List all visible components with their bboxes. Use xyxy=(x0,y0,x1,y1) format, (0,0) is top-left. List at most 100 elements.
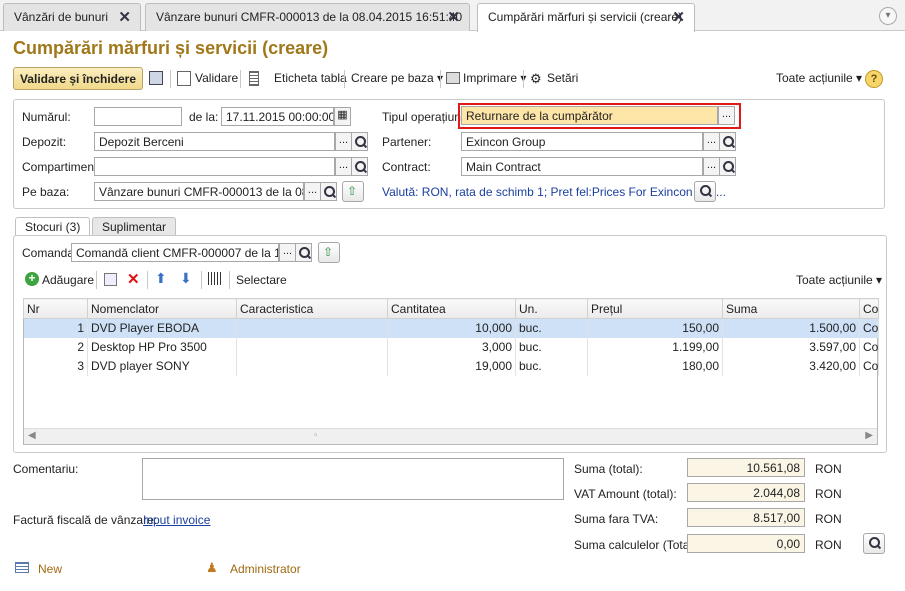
row-quantity[interactable]: 3,000 xyxy=(387,337,516,357)
based-on-field[interactable]: Vânzare bunuri CMFR-000013 de la 08.04.2… xyxy=(94,182,304,201)
column-header[interactable]: Cot xyxy=(859,298,879,319)
row-cot[interactable]: Cot xyxy=(859,337,879,357)
horizontal-scrollbar[interactable]: ◀ ▫ ▶ xyxy=(24,428,877,444)
row-sum[interactable]: 3.597,00 xyxy=(722,337,860,357)
search-icon[interactable] xyxy=(719,132,736,151)
grid-all-actions-menu[interactable]: Toate acțiunile ▾ xyxy=(796,273,882,287)
validate-button[interactable]: Validare xyxy=(195,71,238,85)
tab-sales[interactable]: Vânzări de bunuri ✕ xyxy=(3,3,141,31)
table-row[interactable]: 2 Desktop HP Pro 3500 3,000 buc. 1.199,0… xyxy=(23,337,879,357)
scroll-left-icon[interactable]: ◀ xyxy=(28,430,36,441)
order-field[interactable]: Comandă client CMFR-000007 de la 18.04.2… xyxy=(71,243,279,262)
operation-type-field[interactable]: Returnare de la cumpărător xyxy=(461,106,718,125)
all-actions-menu[interactable]: Toate acțiunile ▾ xyxy=(776,71,862,85)
tab-stocks[interactable]: Stocuri (3) xyxy=(15,217,91,236)
row-unit[interactable]: buc. xyxy=(515,337,588,357)
row-item[interactable]: DVD Player EBODA xyxy=(87,318,237,338)
row-characteristic[interactable] xyxy=(236,356,388,376)
close-icon[interactable]: ✕ xyxy=(447,8,460,26)
tab-purchase-create[interactable]: Cumpărări mărfuri și servicii (creare) ✕ xyxy=(477,3,695,32)
fill-from-order-button[interactable]: ⇧ xyxy=(318,242,340,263)
table-row[interactable]: 3 DVD player SONY 19,000 buc. 180,00 3.4… xyxy=(23,356,879,376)
compartment-label: Compartiment: xyxy=(22,160,101,174)
select-button[interactable]: ... xyxy=(335,132,352,151)
currency-label: RON xyxy=(815,487,842,501)
row-price[interactable]: 1.199,00 xyxy=(587,337,723,357)
date-field[interactable]: 17.11.2015 00:00:00 xyxy=(221,107,334,126)
row-quantity[interactable]: 10,000 xyxy=(387,318,516,338)
currency-info-link[interactable]: Valută: RON, rata de schimb 1; Pret fel:… xyxy=(382,185,726,199)
table-header-row: Nr Nomenclator Caracteristica Cantitatea… xyxy=(23,298,879,319)
partner-field[interactable]: Exincon Group xyxy=(461,132,703,151)
select-button[interactable]: ... xyxy=(703,157,720,176)
search-icon[interactable] xyxy=(351,157,368,176)
search-icon[interactable] xyxy=(351,132,368,151)
row-price[interactable]: 180,00 xyxy=(587,356,723,376)
warehouse-field[interactable]: Depozit Berceni xyxy=(94,132,335,151)
search-icon[interactable] xyxy=(719,157,736,176)
move-down-icon[interactable]: ⬇ xyxy=(180,270,192,287)
delete-icon[interactable]: ✕ xyxy=(127,270,140,288)
scroll-thumb[interactable]: ▫ xyxy=(314,430,318,441)
chevron-down-icon[interactable]: ▾ xyxy=(879,7,897,25)
row-unit[interactable]: buc. xyxy=(515,318,588,338)
row-cot[interactable]: Cot xyxy=(859,356,879,376)
column-header[interactable]: Cantitatea xyxy=(387,298,516,319)
settings-button[interactable]: Setări xyxy=(547,71,578,85)
column-header[interactable]: Nr xyxy=(23,298,88,319)
all-actions-label: Toate acțiunile xyxy=(776,71,853,85)
tab-additional[interactable]: Suplimentar xyxy=(92,217,177,236)
save-close-button[interactable]: Validare și închidere xyxy=(13,67,143,90)
contract-field[interactable]: Main Contract xyxy=(461,157,703,176)
row-price[interactable]: 150,00 xyxy=(587,318,723,338)
select-button[interactable]: ... xyxy=(718,106,735,125)
row-quantity[interactable]: 19,000 xyxy=(387,356,516,376)
print-menu[interactable]: Imprimare ▾ xyxy=(463,71,526,85)
calendar-icon[interactable]: ▦ xyxy=(334,107,351,126)
row-cot[interactable]: Cot xyxy=(859,318,879,338)
barcode-icon[interactable] xyxy=(208,272,222,285)
table-row[interactable]: 1 DVD Player EBODA 10,000 buc. 150,00 1.… xyxy=(23,318,879,338)
scroll-right-icon[interactable]: ▶ xyxy=(865,430,873,441)
close-icon[interactable]: ✕ xyxy=(118,8,131,26)
row-sum[interactable]: 1.500,00 xyxy=(722,318,860,338)
select-button[interactable]: ... xyxy=(279,243,296,262)
fill-from-basis-button[interactable]: ⇧ xyxy=(342,181,364,202)
row-sum[interactable]: 3.420,00 xyxy=(722,356,860,376)
help-icon[interactable]: ? xyxy=(865,70,883,88)
column-header[interactable]: Caracteristica xyxy=(236,298,388,319)
print-label: Imprimare xyxy=(463,71,518,85)
comment-field[interactable] xyxy=(142,458,564,500)
add-button[interactable]: Adăugare xyxy=(42,273,94,287)
copy-icon[interactable] xyxy=(104,273,117,286)
label-table-button[interactable]: Eticheta tabla xyxy=(274,71,347,85)
move-up-icon[interactable]: ⬆ xyxy=(155,270,167,287)
select-items-button[interactable]: Selectare xyxy=(236,273,287,287)
save-icon[interactable] xyxy=(149,71,163,85)
row-characteristic[interactable] xyxy=(236,337,388,357)
number-field[interactable] xyxy=(94,107,182,126)
column-header[interactable]: Suma xyxy=(722,298,860,319)
currency-search-button[interactable] xyxy=(694,181,716,202)
search-icon[interactable] xyxy=(295,243,312,262)
date-label: de la: xyxy=(189,110,219,124)
row-unit[interactable]: buc. xyxy=(515,356,588,376)
column-header[interactable]: Un. xyxy=(515,298,588,319)
tab-sale-document[interactable]: Vânzare bunuri CMFR-000013 de la 08.04.2… xyxy=(145,3,470,31)
row-characteristic[interactable] xyxy=(236,318,388,338)
compartment-field[interactable] xyxy=(94,157,335,176)
column-header[interactable]: Prețul xyxy=(587,298,723,319)
close-icon[interactable]: ✕ xyxy=(672,8,685,26)
row-item[interactable]: DVD player SONY xyxy=(87,356,237,376)
total-value: 10.561,08 xyxy=(687,458,805,477)
calc-search-button[interactable] xyxy=(863,533,885,554)
select-button[interactable]: ... xyxy=(335,157,352,176)
select-button[interactable]: ... xyxy=(304,182,321,201)
row-item[interactable]: Desktop HP Pro 3500 xyxy=(87,337,237,357)
column-header[interactable]: Nomenclator xyxy=(87,298,237,319)
search-icon[interactable] xyxy=(320,182,337,201)
input-invoice-link[interactable]: Input invoice xyxy=(143,513,210,527)
row-number: 3 xyxy=(23,356,88,376)
select-button[interactable]: ... xyxy=(703,132,720,151)
create-based-menu[interactable]: Creare pe baza ▾ xyxy=(351,71,443,85)
